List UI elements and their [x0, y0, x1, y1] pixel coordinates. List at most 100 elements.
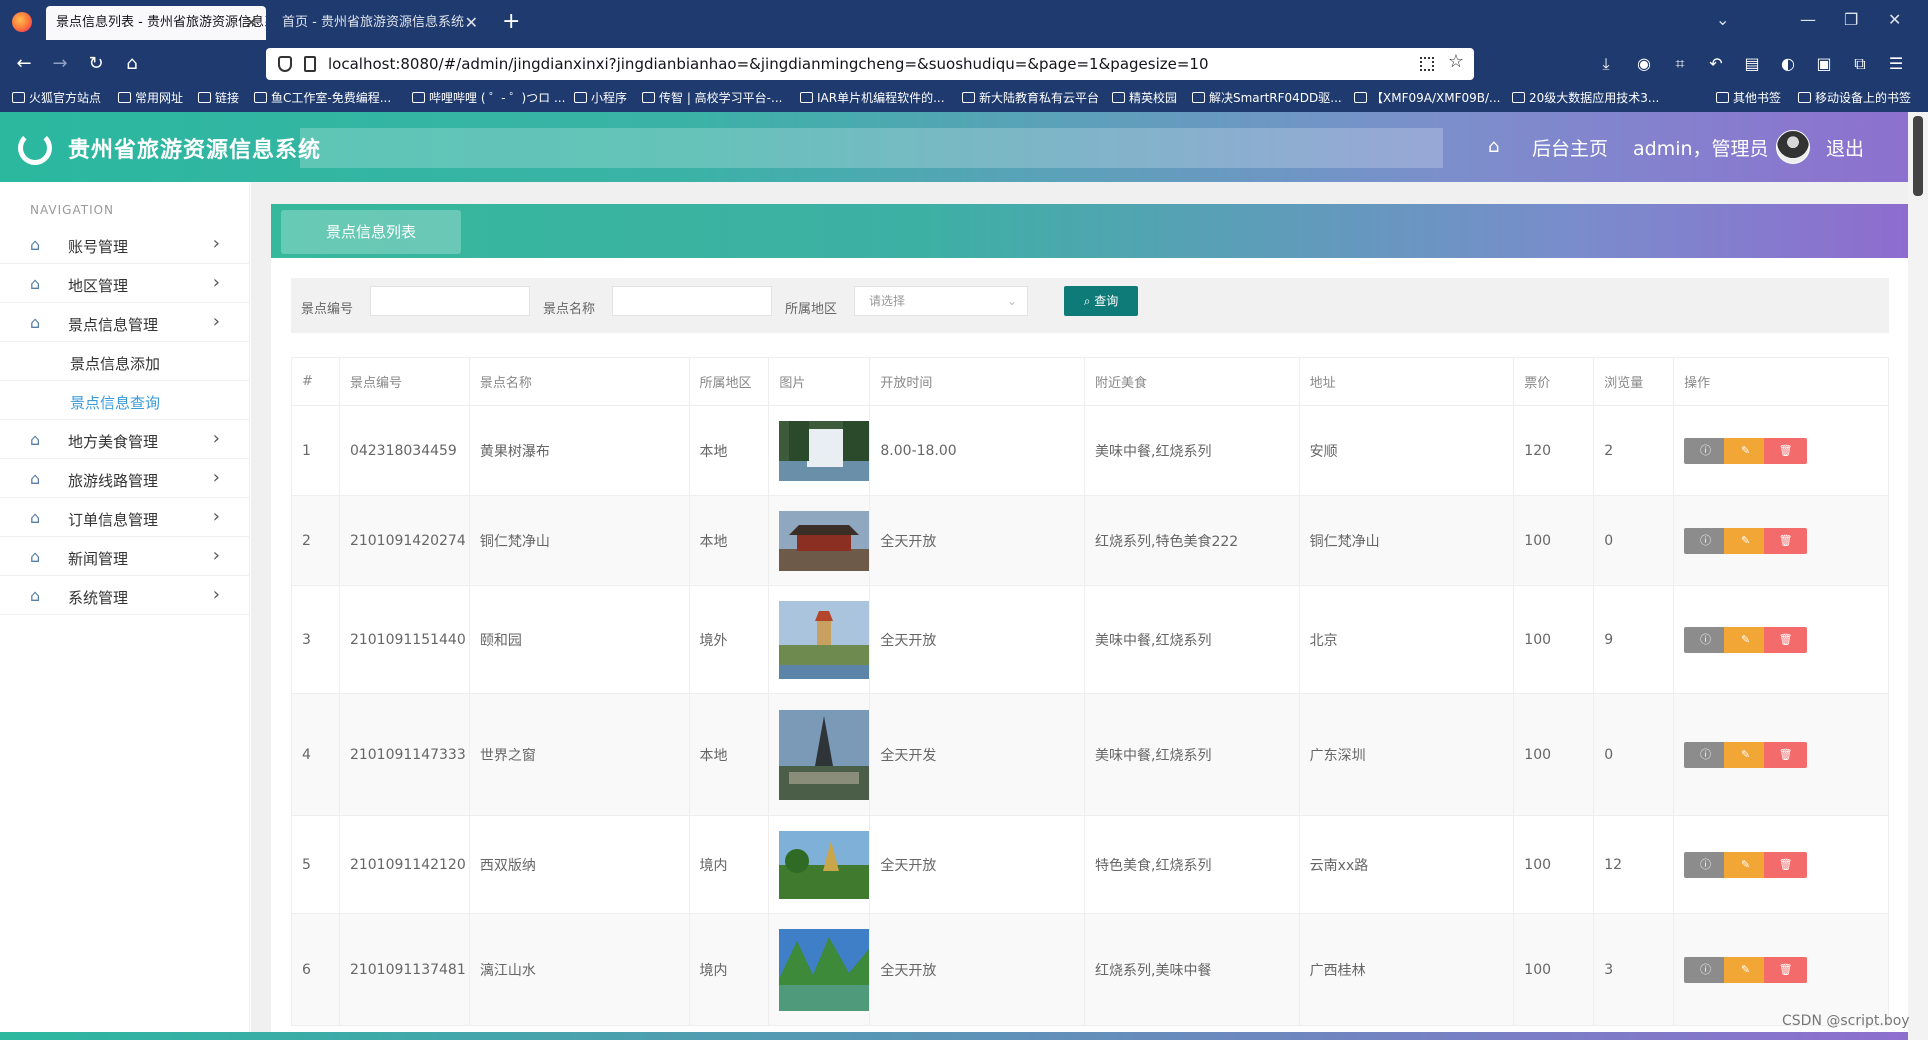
scroll-thumb[interactable]: [1913, 116, 1923, 196]
sidebar-item-food[interactable]: ⌂ 地方美食管理 ›: [0, 421, 250, 459]
sidebar-item-accounts[interactable]: ⌂ 账号管理 ›: [0, 226, 250, 264]
table-row[interactable]: 5 2101091142120 西双版纳 境内 全天开放 特色美食,红烧系列 云…: [291, 815, 1889, 914]
page-scrollbar[interactable]: [1908, 112, 1928, 1040]
minimize-icon[interactable]: —: [1800, 10, 1816, 29]
bookmark-star-icon[interactable]: ☆: [1448, 51, 1464, 72]
bookmark-item[interactable]: 传智 | 高校学习平台-...: [642, 84, 782, 112]
edit-button[interactable]: ✎: [1724, 851, 1768, 878]
detail-button[interactable]: ⓘ: [1684, 437, 1728, 464]
header-search-bar[interactable]: [300, 128, 1443, 168]
bookmark-item[interactable]: 精英校园: [1112, 84, 1177, 112]
detail-button[interactable]: ⓘ: [1684, 956, 1728, 983]
new-tab-icon[interactable]: +: [502, 8, 520, 36]
waterfall-image: [779, 420, 870, 481]
home-icon[interactable]: ⌂: [120, 52, 144, 76]
delete-button[interactable]: 🗑: [1764, 626, 1808, 653]
bookmark-item[interactable]: 【XMF09A/XMF09B/...: [1354, 84, 1500, 112]
menu-icon[interactable]: ☰: [1886, 54, 1906, 74]
edit-button[interactable]: ✎: [1724, 626, 1768, 653]
reload-icon[interactable]: ↻: [84, 52, 108, 76]
bookmark-item[interactable]: 其他书签: [1716, 84, 1781, 112]
account-icon[interactable]: ▣: [1814, 54, 1834, 74]
table-row[interactable]: 6 2101091137481 漓江山水 境内 全天开放 红烧系列,美味中餐 广…: [291, 913, 1889, 1026]
edit-button[interactable]: ✎: [1724, 437, 1768, 464]
crop-icon[interactable]: ⌗: [1670, 54, 1690, 74]
nearby-food: 特色美食,红烧系列: [1084, 815, 1300, 914]
bookmark-item[interactable]: 鱼C工作室-免费编程...: [254, 84, 391, 112]
query-button[interactable]: ⌕ 查询: [1064, 286, 1138, 316]
extension-globe-icon[interactable]: ◉: [1634, 54, 1654, 74]
delete-button[interactable]: 🗑: [1764, 851, 1808, 878]
region-select[interactable]: 请选择 ⌄: [854, 286, 1028, 316]
home-icon[interactable]: ⌂: [1488, 138, 1506, 156]
download-icon[interactable]: ⤓: [1596, 54, 1616, 74]
window-close-icon[interactable]: ✕: [1888, 10, 1901, 29]
tab-list-icon[interactable]: ⌄: [1716, 10, 1729, 29]
panel-tab[interactable]: 景点信息列表: [281, 210, 461, 254]
avatar[interactable]: [1776, 130, 1810, 164]
detail-button[interactable]: ⓘ: [1684, 626, 1728, 653]
edit-button[interactable]: ✎: [1724, 956, 1768, 983]
table-row[interactable]: 3 2101091151440 颐和园 境外 全天开放 美味中餐,红烧系列 北京…: [291, 585, 1889, 694]
table-row[interactable]: 2 2101091420274 铜仁梵净山 本地 全天开放 红烧系列,特色美食2…: [291, 495, 1889, 586]
forward-icon[interactable]: →: [48, 52, 72, 76]
firefox-icon[interactable]: [12, 12, 32, 32]
detail-button[interactable]: ⓘ: [1684, 741, 1728, 768]
scenic-image-cell: [768, 693, 871, 816]
bookmark-item[interactable]: 哔哩哔哩 ( ゜- ゜)つロ ...: [412, 84, 565, 112]
code-input[interactable]: [370, 286, 530, 316]
sidebar-item-routes[interactable]: ⌂ 旅游线路管理 ›: [0, 460, 250, 498]
edit-button[interactable]: ✎: [1724, 741, 1768, 768]
sidebar-item-scenic[interactable]: ⌂ 景点信息管理 ›: [0, 304, 250, 342]
close-icon[interactable]: ✕: [465, 6, 478, 40]
chevron-right-icon: ›: [212, 545, 220, 566]
chevron-right-icon: ›: [212, 311, 220, 332]
bookmark-item[interactable]: 火狐官方站点: [12, 84, 101, 112]
bookmark-item[interactable]: 新大陆教育私有云平台: [962, 84, 1099, 112]
bookmark-item[interactable]: 解决SmartRF04DD驱...: [1192, 84, 1342, 112]
extension-icon[interactable]: ◐: [1778, 54, 1798, 74]
delete-button[interactable]: 🗑: [1764, 956, 1808, 983]
chevron-right-icon: ›: [212, 272, 220, 293]
delete-button[interactable]: 🗑: [1764, 527, 1808, 554]
reader-icon[interactable]: ▤: [1742, 54, 1762, 74]
undo-icon[interactable]: ↶: [1706, 54, 1726, 74]
delete-button[interactable]: 🗑: [1764, 741, 1808, 768]
url-bar[interactable]: localhost:8080/#/admin/jingdianxinxi?jin…: [266, 48, 1474, 80]
table-row[interactable]: 1 042318034459 黄果树瀑布 本地 8.00-18.00 美味中餐,…: [291, 405, 1889, 496]
puzzle-icon[interactable]: ⧉: [1850, 54, 1870, 74]
sidebar-item-news[interactable]: ⌂ 新闻管理 ›: [0, 538, 250, 576]
restore-icon[interactable]: ❐: [1844, 10, 1858, 29]
back-icon[interactable]: ←: [12, 52, 36, 76]
sidebar-item-regions[interactable]: ⌂ 地区管理 ›: [0, 265, 250, 303]
row-actions: ⓘ ✎ 🗑: [1673, 913, 1889, 1026]
bookmark-item[interactable]: 小程序: [574, 84, 627, 112]
home-link[interactable]: 后台主页: [1532, 134, 1608, 161]
bookmark-item[interactable]: 移动设备上的书签: [1798, 84, 1911, 112]
bookmark-item[interactable]: 链接: [198, 84, 239, 112]
bookmark-item[interactable]: 常用网址: [118, 84, 183, 112]
logout-link[interactable]: 退出: [1826, 134, 1864, 161]
sidebar-item-orders[interactable]: ⌂ 订单信息管理 ›: [0, 499, 250, 537]
scenic-region: 本地: [688, 405, 770, 496]
table-row[interactable]: 4 2101091147333 世界之窗 本地 全天开发 美味中餐,红烧系列 广…: [291, 693, 1889, 816]
nav-caption: NAVIGATION: [30, 203, 115, 217]
tab-active[interactable]: 景点信息列表 - 贵州省旅游资源信息系统 ✕: [46, 6, 266, 40]
tab-inactive[interactable]: 首页 - 贵州省旅游资源信息系统 ✕: [272, 6, 486, 40]
ticket-price: 100: [1513, 693, 1595, 816]
page-info-icon[interactable]: [304, 56, 316, 72]
bookmark-item[interactable]: 20级大数据应用技术3...: [1512, 84, 1659, 112]
sidebar-item-system[interactable]: ⌂ 系统管理 ›: [0, 577, 250, 615]
sidebar-subitem-scenic-add[interactable]: 景点信息添加: [0, 343, 250, 381]
name-input[interactable]: [612, 286, 772, 316]
close-icon[interactable]: ✕: [245, 6, 258, 40]
qr-code-icon[interactable]: [1420, 57, 1434, 71]
edit-button[interactable]: ✎: [1724, 527, 1768, 554]
url-text[interactable]: localhost:8080/#/admin/jingdianxinxi?jin…: [328, 48, 1209, 80]
sidebar-subitem-scenic-query[interactable]: 景点信息查询: [0, 382, 250, 420]
shield-icon[interactable]: [278, 56, 292, 72]
detail-button[interactable]: ⓘ: [1684, 851, 1728, 878]
delete-button[interactable]: 🗑: [1764, 437, 1808, 464]
bookmark-item[interactable]: IAR单片机编程软件的...: [800, 84, 945, 112]
detail-button[interactable]: ⓘ: [1684, 527, 1728, 554]
